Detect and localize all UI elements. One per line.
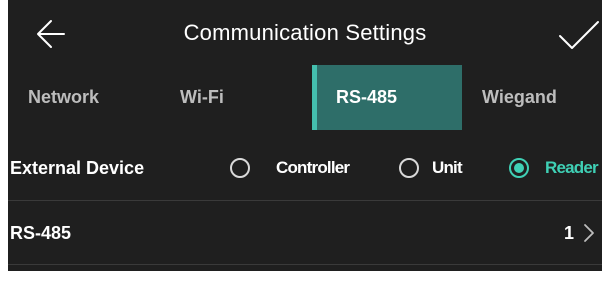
page-title: Communication Settings bbox=[183, 20, 427, 45]
divider bbox=[8, 264, 602, 265]
radio-selected-icon bbox=[509, 158, 529, 178]
radio-circle-icon bbox=[399, 158, 419, 178]
tab-label: Network bbox=[28, 87, 100, 107]
radio-label: Reader bbox=[545, 158, 599, 177]
tab-network[interactable]: Network bbox=[28, 65, 99, 130]
rs485-value: 1 bbox=[563, 223, 574, 243]
rs485-row[interactable]: RS-485 1 bbox=[8, 201, 602, 265]
external-device-row: External Device Controller Unit Reader bbox=[8, 136, 602, 200]
radio-label: Unit bbox=[432, 158, 463, 177]
tab-bar: Network Wi-Fi RS-485 Wiegand bbox=[8, 65, 602, 130]
chevron-right-icon bbox=[584, 224, 594, 242]
radio-reader[interactable]: Reader bbox=[509, 136, 602, 200]
rs485-label: RS-485 bbox=[10, 223, 72, 243]
tab-label: Wiegand bbox=[482, 87, 557, 107]
radio-circle-icon bbox=[230, 158, 250, 178]
radio-label: Controller bbox=[276, 158, 350, 177]
tab-label: RS-485 bbox=[336, 87, 398, 107]
checkmark-icon bbox=[559, 21, 599, 49]
external-device-label: External Device bbox=[10, 158, 145, 178]
radio-controller[interactable]: Controller bbox=[230, 136, 360, 200]
tab-wifi[interactable]: Wi-Fi bbox=[180, 65, 224, 130]
confirm-button[interactable] bbox=[556, 16, 602, 56]
active-tab-indicator bbox=[312, 65, 317, 130]
tab-label: Wi-Fi bbox=[180, 87, 224, 107]
tab-wiegand[interactable]: Wiegand bbox=[482, 65, 557, 130]
radio-unit[interactable]: Unit bbox=[399, 136, 489, 200]
communication-settings-screen: Communication Settings Network Wi-Fi RS-… bbox=[8, 0, 602, 271]
header-bar: Communication Settings bbox=[8, 0, 602, 65]
tab-rs485[interactable]: RS-485 bbox=[312, 65, 462, 130]
